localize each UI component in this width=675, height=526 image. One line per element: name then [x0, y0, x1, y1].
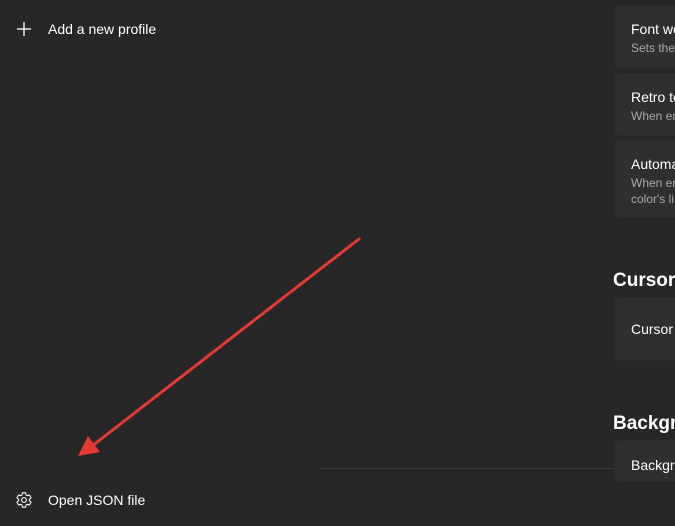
- settings-window: Add a new profile Open JSON file Font we…: [0, 0, 675, 526]
- retro-terminal-title: Retro te: [631, 89, 675, 105]
- cursor-setting-card[interactable]: Cursor: [614, 297, 675, 361]
- add-profile-label: Add a new profile: [48, 21, 157, 37]
- open-json-file-button[interactable]: Open JSON file: [0, 480, 300, 520]
- automatic-description-line-2: color's li: [631, 192, 674, 206]
- retro-terminal-setting-card[interactable]: Retro te When er: [614, 73, 675, 136]
- add-profile-button[interactable]: Add a new profile: [0, 9, 300, 49]
- plus-icon: [14, 19, 34, 39]
- retro-terminal-description: When er: [631, 109, 675, 123]
- background-card-title: Backgro: [631, 457, 675, 473]
- cursor-section-header: Cursor: [613, 270, 675, 291]
- open-json-file-label: Open JSON file: [48, 492, 146, 508]
- font-weight-description: Sets the: [631, 41, 675, 55]
- background-section-header: Backgr: [613, 413, 675, 434]
- automatic-title: Automa: [631, 156, 675, 172]
- font-weight-title: Font we: [631, 21, 675, 37]
- gear-icon: [14, 490, 34, 510]
- background-setting-card[interactable]: Backgro: [614, 440, 675, 482]
- automatic-description-line-1: When er: [631, 176, 675, 190]
- annotation-arrow: [78, 237, 361, 456]
- cursor-card-title: Cursor: [631, 321, 674, 337]
- automatic-setting-card[interactable]: Automa When er color's li: [614, 140, 675, 218]
- font-weight-setting-card[interactable]: Font we Sets the: [614, 5, 675, 69]
